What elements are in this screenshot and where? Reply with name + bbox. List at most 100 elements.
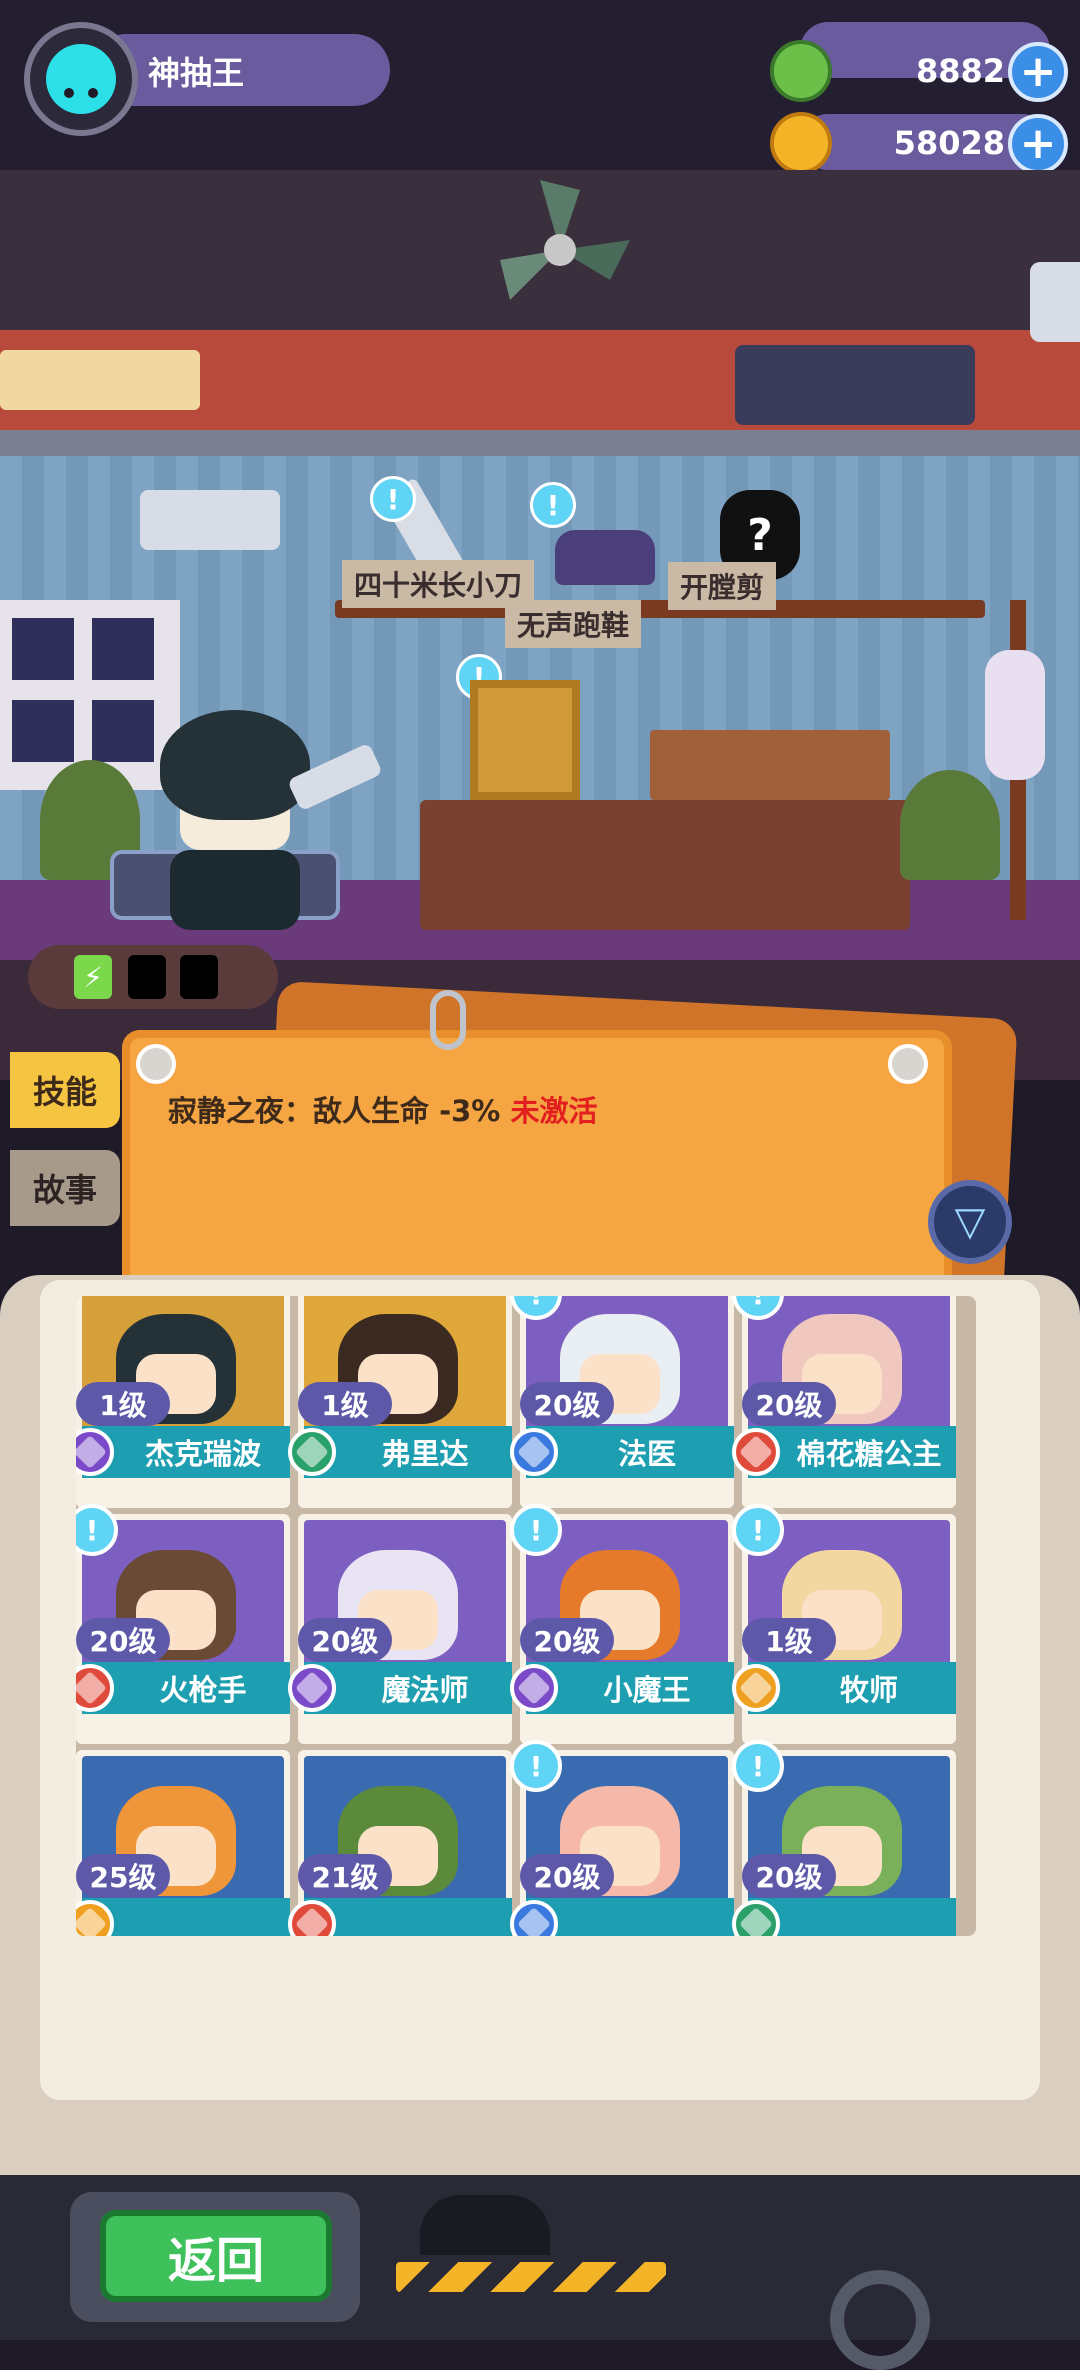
potted-plant xyxy=(900,770,1000,880)
hero-hair xyxy=(160,710,310,820)
energy-slot-empty xyxy=(128,955,166,999)
machine-rail xyxy=(0,430,1080,456)
character-name: 牧师 xyxy=(839,1673,898,1707)
window-pane xyxy=(92,618,154,680)
side-clip-tab[interactable] xyxy=(1030,262,1080,342)
tab-story[interactable]: 故事 xyxy=(10,1150,120,1226)
energy-slot-empty xyxy=(180,955,218,999)
level-badge: 20级 xyxy=(520,1618,614,1662)
sneaker-icon[interactable] xyxy=(555,530,655,585)
skill-status: 未激活 xyxy=(510,1094,598,1128)
level-badge: 20级 xyxy=(742,1382,836,1426)
add-coin-button[interactable]: + xyxy=(1008,114,1068,174)
rarity-symbol xyxy=(739,1671,773,1705)
character-grid[interactable]: 杰克瑞波1级弗里达1级法医20级!棉花糖公主20级!火枪手20级!魔法师20级小… xyxy=(76,1296,976,1936)
lightning-icon: ⚡ xyxy=(74,955,112,999)
shelf-item-label: 无声跑鞋 xyxy=(505,600,642,648)
character-name: 魔法师 xyxy=(381,1673,469,1707)
character-name: 棉花糖公主 xyxy=(796,1437,942,1471)
alert-bubble-icon[interactable]: ! xyxy=(370,476,416,522)
portrait-frame[interactable] xyxy=(470,680,580,800)
rarity-icon xyxy=(510,1428,558,1476)
pin-icon xyxy=(888,1044,928,1084)
character-name: 弗里达 xyxy=(381,1437,469,1471)
unknown-item-mark: ? xyxy=(747,509,773,561)
ring-decoration xyxy=(830,2270,930,2370)
player-name: 神抽王 xyxy=(148,54,245,92)
pin-icon xyxy=(136,1044,176,1084)
cat-avatar-icon[interactable] xyxy=(24,22,138,136)
character-name: 小魔王 xyxy=(603,1673,691,1707)
alert-bubble-icon[interactable]: ! xyxy=(732,1504,784,1556)
avatar-eye xyxy=(88,88,98,98)
window-pane xyxy=(12,618,74,680)
rarity-symbol xyxy=(517,1435,551,1469)
blurred-caption xyxy=(220,1985,980,2011)
desk xyxy=(420,800,910,930)
rarity-symbol xyxy=(739,1907,773,1936)
character-card[interactable]: 弗里达 1级 xyxy=(288,1296,512,1508)
funnel-icon[interactable]: ▽ xyxy=(928,1180,1012,1264)
rarity-symbol xyxy=(76,1671,107,1705)
rarity-icon xyxy=(732,1664,780,1712)
character-card[interactable]: 21级 xyxy=(288,1750,512,1936)
character-card[interactable]: 魔法师 20级 xyxy=(288,1514,512,1744)
rarity-symbol xyxy=(739,1435,773,1469)
rarity-symbol xyxy=(76,1907,107,1936)
rarity-symbol xyxy=(295,1671,329,1705)
character-card[interactable]: 杰克瑞波 1级 xyxy=(76,1296,290,1508)
ghost-display xyxy=(735,345,975,425)
tab-skill[interactable]: 技能 xyxy=(10,1052,120,1128)
alert-bubble-icon[interactable]: ! xyxy=(510,1740,562,1792)
character-card[interactable]: 棉花糖公主20级! xyxy=(732,1296,956,1508)
rarity-symbol xyxy=(76,1435,107,1469)
character-name xyxy=(116,1898,290,1936)
character-name: 火枪手 xyxy=(159,1673,247,1707)
rarity-symbol xyxy=(295,1435,329,1469)
level-badge: 25级 xyxy=(76,1854,170,1898)
character-card[interactable]: 小魔王 20级! xyxy=(510,1504,734,1744)
shadow-creature xyxy=(420,2195,550,2255)
character-card[interactable]: 火枪手 20级! xyxy=(76,1504,290,1744)
character-name xyxy=(782,1898,956,1936)
level-badge: 20级 xyxy=(520,1854,614,1898)
character-card[interactable]: 20级! xyxy=(732,1740,956,1936)
hero-body xyxy=(170,850,300,930)
level-badge: 20级 xyxy=(520,1382,614,1426)
rarity-icon xyxy=(510,1664,558,1712)
skill-description: 寂静之夜：敌人生命 -3% 未激活 xyxy=(168,1088,598,1130)
character-name xyxy=(560,1898,734,1936)
alert-bubble-icon[interactable]: ! xyxy=(510,1504,562,1556)
character-name: 杰克瑞波 xyxy=(144,1437,261,1471)
level-badge: 20级 xyxy=(76,1618,170,1662)
character-card[interactable]: 法医20级! xyxy=(510,1296,734,1508)
character-card[interactable]: 20级! xyxy=(510,1740,734,1936)
rarity-symbol xyxy=(517,1671,551,1705)
hazard-stripe xyxy=(396,2262,666,2292)
add-gem-button[interactable]: + xyxy=(1008,42,1068,102)
level-badge: 20级 xyxy=(742,1854,836,1898)
shelf-item-label: 开膛剪 xyxy=(668,562,777,610)
level-badge: 1级 xyxy=(742,1618,836,1662)
coin-amount: 58028 xyxy=(893,124,1005,162)
character-card[interactable]: 牧师 1级! xyxy=(732,1504,956,1744)
skill-text: 寂静之夜：敌人生命 -3% xyxy=(168,1094,501,1128)
rarity-symbol xyxy=(517,1907,551,1936)
book-stack xyxy=(650,730,890,800)
level-badge: 21级 xyxy=(298,1854,392,1898)
energy-bar: ⚡ xyxy=(28,945,278,1009)
back-button[interactable]: 返回 xyxy=(100,2210,332,2302)
rarity-symbol xyxy=(295,1907,329,1936)
gem-amount: 8882 xyxy=(915,52,1005,90)
window-pane xyxy=(12,700,74,762)
alert-bubble-icon[interactable]: ! xyxy=(530,482,576,528)
level-badge: 1级 xyxy=(76,1382,170,1426)
hero-character[interactable] xyxy=(140,710,330,940)
alert-bubble-icon[interactable]: ! xyxy=(732,1740,784,1792)
machine-panel xyxy=(0,350,200,410)
character-card[interactable]: 25级 xyxy=(76,1750,290,1936)
projector xyxy=(140,490,280,550)
ceiling-fan xyxy=(500,180,630,300)
avatar-face xyxy=(46,44,116,114)
rarity-icon xyxy=(288,1664,336,1712)
